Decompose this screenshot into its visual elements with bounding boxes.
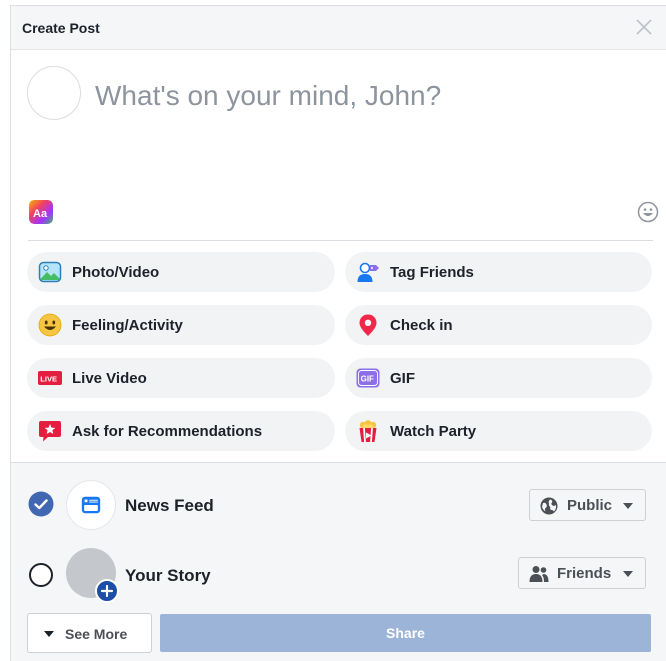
option-label: Live Video [72,370,147,387]
option-label: Ask for Recommendations [72,423,263,440]
svg-text:Aa: Aa [33,208,48,220]
dialog-title: Create Post [22,20,100,36]
option-tag-friends[interactable]: Tag Friends [345,252,652,292]
your-story-label: Your Story [125,566,211,585]
news-feed-label: News Feed [125,496,214,515]
option-label: Watch Party [390,423,477,440]
option-label: Check in [390,317,453,334]
option-live-video[interactable]: LIVE Live Video [27,358,335,398]
composer-divider [28,240,653,241]
photo-video-icon [38,261,62,283]
see-more-button[interactable]: See More [27,613,152,653]
svg-text:LIVE: LIVE [40,374,57,383]
recommendation-star-icon [39,421,61,442]
close-icon[interactable] [633,16,655,38]
news-feed-icon [81,496,101,514]
option-gif[interactable]: GIF GIF [345,358,652,398]
option-photo-video[interactable]: Photo/Video [27,252,335,292]
option-label: Feeling/Activity [72,317,183,334]
popcorn-icon [359,420,377,443]
emoji-picker-icon[interactable] [637,201,659,223]
news-feed-avatar [66,480,116,530]
location-pin-icon [359,314,377,336]
share-label: Share [386,625,425,641]
caret-down-icon [44,631,54,637]
svg-text:GIF: GIF [361,375,374,384]
option-watch-party[interactable]: Watch Party [345,411,652,451]
option-ask-recommendations[interactable]: Ask for Recommendations [27,411,335,451]
post-text-input[interactable] [95,76,635,116]
your-story-privacy-dropdown[interactable]: Friends [518,557,646,589]
news-feed-checkbox-checked-icon[interactable] [28,491,54,517]
privacy-label: Public [567,497,613,514]
caret-down-icon [623,503,633,509]
live-badge-icon: LIVE [38,371,62,385]
add-story-plus-icon [95,579,119,603]
option-check-in[interactable]: Check in [345,305,652,345]
create-post-dialog: Create Post Aa [10,5,666,661]
globe-icon [540,497,558,515]
composer-area [11,50,666,200]
your-story-radio[interactable] [29,563,53,587]
text-background-icon[interactable]: Aa [29,200,53,224]
privacy-label: Friends [557,565,612,582]
see-more-label: See More [65,626,128,642]
dialog-header: Create Post [11,6,666,50]
news-feed-privacy-dropdown[interactable]: Public [529,489,646,521]
option-label: Tag Friends [390,264,474,281]
option-label: Photo/Video [72,264,160,281]
feeling-emoji-icon [38,313,62,337]
user-avatar [27,66,81,120]
caret-down-icon [623,571,633,577]
friends-icon [529,566,549,582]
gif-icon: GIF [356,368,380,388]
option-label: GIF [390,370,415,387]
share-button[interactable]: Share [160,614,651,652]
tag-friends-icon [357,262,379,282]
option-feeling-activity[interactable]: Feeling/Activity [27,305,335,345]
